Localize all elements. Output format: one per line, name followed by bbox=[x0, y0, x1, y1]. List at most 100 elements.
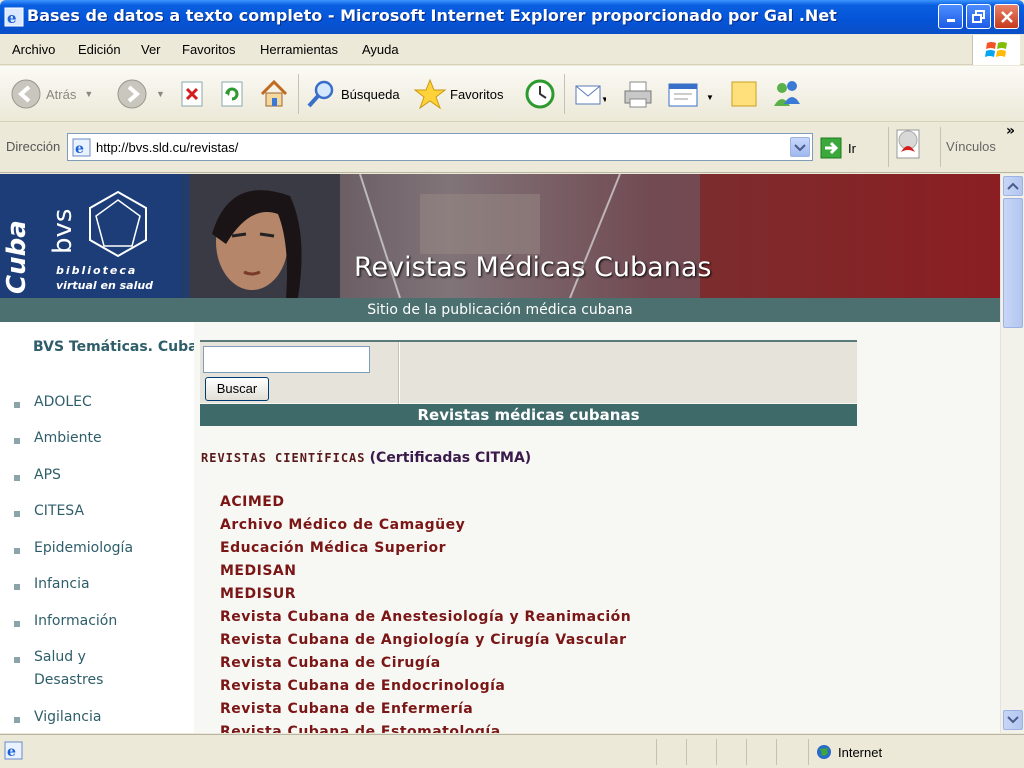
logo-line2: virtual en salud bbox=[56, 279, 154, 292]
forward-dropdown-icon[interactable]: ▼ bbox=[156, 89, 165, 99]
journal-link[interactable]: Revista Cubana de Endocrinología bbox=[220, 678, 505, 694]
sidebar-item-label[interactable]: ADOLEC bbox=[34, 394, 92, 410]
sidebar-item-infancia[interactable]: Infancia bbox=[14, 576, 90, 592]
menu-archivo[interactable]: Archivo bbox=[12, 42, 55, 57]
home-icon[interactable] bbox=[258, 78, 290, 110]
address-dropdown-button[interactable] bbox=[790, 137, 810, 157]
search-submit-button[interactable]: Buscar bbox=[205, 377, 269, 401]
svg-text:▼: ▼ bbox=[601, 95, 606, 104]
links-chevron-icon[interactable]: » bbox=[1006, 123, 1015, 139]
search-button[interactable]: Búsqueda bbox=[305, 78, 400, 110]
sidebar-item-informacion[interactable]: Información bbox=[14, 613, 117, 629]
bvs-hexagon-icon bbox=[89, 190, 147, 258]
back-arrow-icon bbox=[11, 79, 41, 109]
close-button[interactable] bbox=[994, 4, 1019, 29]
minimize-icon bbox=[946, 18, 955, 22]
edit-icon[interactable]: ▼ bbox=[666, 78, 716, 110]
journal-link[interactable]: Revista Cubana de Anestesiología y Reani… bbox=[220, 609, 631, 625]
sidebar-item-label[interactable]: Vigilancia bbox=[34, 709, 101, 725]
sidebar-item-salud-desastres[interactable]: Salud y Desastres bbox=[14, 649, 103, 692]
sidebar-item-vigilancia[interactable]: Vigilancia bbox=[14, 709, 101, 725]
sidebar-item-ambiente[interactable]: Ambiente bbox=[14, 430, 102, 446]
scroll-up-button[interactable] bbox=[1003, 176, 1023, 196]
sidebar-item-aps[interactable]: APS bbox=[14, 467, 61, 483]
sidebar-item-adolec[interactable]: ADOLEC bbox=[14, 394, 92, 410]
go-label: Ir bbox=[848, 140, 856, 156]
back-dropdown-icon[interactable]: ▼ bbox=[84, 89, 93, 99]
sidebar-item-epidemiologia[interactable]: Epidemiología bbox=[14, 540, 133, 556]
back-button[interactable]: Atrás ▼ bbox=[10, 78, 93, 110]
menu-bar: Archivo Edición Ver Favoritos Herramient… bbox=[0, 35, 1024, 65]
sidebar-title: BVS Temáticas. Cuba bbox=[33, 339, 198, 355]
bullet-icon bbox=[14, 511, 20, 517]
toolbar: Atrás ▼ ▼ Búsqueda Favoritos ▼ ▼ bbox=[0, 66, 1024, 122]
page-viewport: Cuba bvs biblioteca virtual en salud Rev… bbox=[0, 174, 1000, 733]
bullet-icon bbox=[14, 402, 20, 408]
discuss-note-icon[interactable] bbox=[728, 78, 760, 110]
globe-icon bbox=[817, 745, 831, 759]
journal-link[interactable]: Educación Médica Superior bbox=[220, 540, 446, 556]
pdf-icon[interactable] bbox=[893, 128, 925, 164]
site-subtitle-bar: Sitio de la publicación médica cubana bbox=[0, 298, 1000, 322]
refresh-icon[interactable] bbox=[220, 80, 246, 108]
favorites-label: Favoritos bbox=[450, 86, 504, 102]
sidebar-item-label[interactable]: Epidemiología bbox=[34, 540, 133, 556]
section-title: Revistas médicas cubanas bbox=[200, 404, 857, 426]
back-label: Atrás bbox=[46, 86, 77, 102]
sidebar-item-label[interactable]: Infancia bbox=[34, 576, 90, 592]
menu-ayuda[interactable]: Ayuda bbox=[362, 42, 399, 57]
bullet-icon bbox=[14, 584, 20, 590]
search-input[interactable] bbox=[203, 346, 370, 373]
sidebar-item-citesa[interactable]: CITESA bbox=[14, 503, 84, 519]
messenger-icon[interactable] bbox=[770, 78, 804, 110]
ie-page-icon: e bbox=[4, 741, 23, 760]
journal-link[interactable]: Archivo Médico de Camagüey bbox=[220, 517, 465, 533]
status-bar: e Internet bbox=[0, 734, 1024, 768]
mail-icon[interactable]: ▼ bbox=[574, 80, 606, 108]
journal-link[interactable]: Revista Cubana de Estomatología bbox=[220, 724, 501, 733]
journal-link[interactable]: Revista Cubana de Cirugía bbox=[220, 655, 441, 671]
chevron-down-icon bbox=[794, 144, 806, 152]
scroll-down-button[interactable] bbox=[1003, 710, 1023, 730]
svg-text:e: e bbox=[7, 744, 16, 760]
portrait-painting-image bbox=[190, 174, 340, 298]
sidebar-item-label[interactable]: CITESA bbox=[34, 503, 84, 519]
menu-herramientas[interactable]: Herramientas bbox=[260, 42, 338, 57]
journal-link[interactable]: MEDISUR bbox=[220, 586, 296, 602]
sidebar-item-label[interactable]: Salud y Desastres bbox=[34, 646, 103, 692]
sidebar-item-label[interactable]: Ambiente bbox=[34, 430, 102, 446]
address-url[interactable]: http://bvs.sld.cu/revistas/ bbox=[96, 140, 238, 155]
search-label: Búsqueda bbox=[341, 86, 400, 102]
minimize-button[interactable] bbox=[938, 4, 963, 29]
menu-edicion[interactable]: Edición bbox=[78, 42, 121, 57]
journal-link[interactable]: MEDISAN bbox=[220, 563, 296, 579]
print-icon[interactable] bbox=[622, 78, 654, 110]
title-bar[interactable]: e Bases de datos a texto completo - Micr… bbox=[0, 0, 1024, 34]
ie-icon: e bbox=[4, 7, 24, 27]
go-button[interactable]: Ir bbox=[820, 137, 856, 159]
scrollbar-thumb[interactable] bbox=[1003, 198, 1023, 328]
windows-flag-icon bbox=[984, 42, 1007, 57]
restore-button[interactable] bbox=[966, 4, 991, 29]
bullet-icon bbox=[14, 475, 20, 481]
bvs-logo[interactable]: Cuba bvs biblioteca virtual en salud bbox=[0, 174, 180, 298]
bullet-icon bbox=[14, 717, 20, 723]
links-label[interactable]: Vínculos bbox=[946, 139, 996, 154]
journal-link[interactable]: Revista Cubana de Angiología y Cirugía V… bbox=[220, 632, 627, 648]
address-input[interactable]: e http://bvs.sld.cu/revistas/ bbox=[67, 133, 813, 161]
journal-link[interactable]: ACIMED bbox=[220, 494, 284, 510]
forward-button[interactable]: ▼ bbox=[116, 78, 165, 110]
favorites-button[interactable]: Favoritos bbox=[414, 78, 503, 110]
sidebar-item-label[interactable]: Información bbox=[34, 613, 117, 629]
search-panel-divider bbox=[398, 342, 400, 405]
history-icon[interactable] bbox=[524, 78, 556, 110]
sidebar-item-label[interactable]: APS bbox=[34, 467, 61, 483]
go-arrow-icon bbox=[820, 137, 842, 159]
ie-page-icon: e bbox=[72, 138, 91, 157]
menu-favoritos[interactable]: Favoritos bbox=[182, 42, 235, 57]
journal-link[interactable]: Revista Cubana de Enfermería bbox=[220, 701, 473, 717]
stop-icon[interactable] bbox=[180, 80, 206, 108]
bullet-icon bbox=[14, 438, 20, 444]
vertical-scrollbar[interactable] bbox=[1000, 174, 1024, 733]
menu-ver[interactable]: Ver bbox=[141, 42, 161, 57]
